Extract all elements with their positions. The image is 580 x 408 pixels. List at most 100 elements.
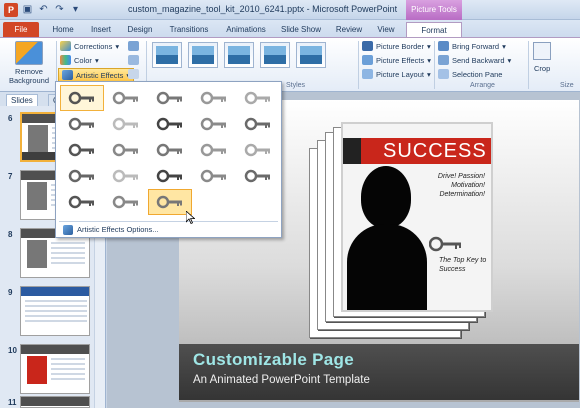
tab-format[interactable]: Format [406,22,462,37]
artistic-effects-options-icon [63,224,73,235]
save-icon[interactable]: ▣ [22,4,33,15]
artistic-effects-icon [62,70,73,80]
caption-bar: Customizable Page An Animated PowerPoint… [179,344,579,400]
artistic-effect-option[interactable] [148,137,192,163]
chevron-down-icon: ▾ [502,41,506,51]
ribbon-tabs: File Home Insert Design Transitions Anim… [0,20,580,37]
key-thumbnail-icon [68,91,94,105]
artistic-effect-option[interactable] [104,137,148,163]
picture-border-button[interactable]: Picture Border ▾ [362,41,431,51]
slide-number: 10 [8,346,17,355]
key-thumbnail-icon [156,117,182,131]
artistic-effect-option[interactable] [192,111,236,137]
remove-background-button[interactable]: Remove Background [4,41,54,85]
selection-pane-icon [438,69,449,79]
undo-icon[interactable]: ↶ [38,4,49,15]
artistic-effect-option[interactable] [192,137,236,163]
picture-style-thumb[interactable] [260,42,290,68]
artistic-effect-option[interactable] [60,85,104,111]
picture-style-thumb[interactable] [152,42,182,68]
powerpoint-app-icon[interactable]: P [4,3,18,17]
cover-title: SUCCESS [343,138,491,164]
slide-thumbnail[interactable] [20,344,90,394]
window-title: custom_magazine_tool_kit_2010_6241.pptx … [128,4,398,14]
key-thumbnail-icon [68,195,94,209]
tab-view[interactable]: View [374,22,398,37]
artistic-effect-option[interactable] [148,163,192,189]
color-icon [60,55,71,65]
picture-style-thumb[interactable] [188,42,218,68]
artistic-effect-option[interactable] [148,85,192,111]
picture-effects-icon [362,55,373,65]
tab-slide-show[interactable]: Slide Show [280,22,322,37]
corrections-button[interactable]: Corrections ▾ [60,41,119,51]
tab-insert[interactable]: Insert [86,22,116,37]
artistic-effect-option[interactable] [60,163,104,189]
artistic-effect-option[interactable] [104,85,148,111]
artistic-effect-option[interactable] [104,111,148,137]
send-backward-button[interactable]: Send Backward ▾ [438,55,511,65]
picture-effects-button[interactable]: Picture Effects ▾ [362,55,431,65]
artistic-effect-option[interactable] [236,137,280,163]
corrections-label: Corrections [74,41,113,51]
picture-border-label: Picture Border [376,41,424,51]
caption-subtitle: An Animated PowerPoint Template [193,374,370,386]
artistic-effect-option[interactable] [236,163,280,189]
customize-icon[interactable]: ▾ [70,4,81,15]
silhouette-head [361,166,411,228]
key-thumbnail-icon [112,143,138,157]
corrections-icon [60,41,71,51]
artistic-effect-option[interactable] [148,111,192,137]
color-button[interactable]: Color ▾ [60,55,99,65]
picture-layout-button[interactable]: Picture Layout ▾ [362,69,431,79]
artistic-effects-options-item[interactable]: Artistic Effects Options... [59,223,278,236]
key-thumbnail-icon [200,143,226,157]
selection-pane-button[interactable]: Selection Pane [438,69,502,79]
chevron-down-icon: ▾ [94,55,99,65]
tab-review[interactable]: Review [334,22,364,37]
change-picture-button[interactable] [128,55,139,65]
artistic-effect-option[interactable] [60,111,104,137]
tab-animations[interactable]: Animations [223,22,269,37]
artistic-effect-option[interactable] [104,189,148,215]
artistic-effect-option[interactable] [60,189,104,215]
artistic-effect-option[interactable] [104,163,148,189]
picture-style-thumb[interactable] [224,42,254,68]
key-thumbnail-icon [200,117,226,131]
artistic-effect-option[interactable] [236,85,280,111]
key-thumbnail-icon [68,143,94,157]
crop-label: Crop [534,64,551,73]
artistic-effect-option[interactable] [192,85,236,111]
picture-styles-gallery[interactable] [152,42,326,68]
artistic-effects-button[interactable]: Artistic Effects▾ [58,68,135,82]
cover-tagline: Drive! Passion! Motivation! Determinatio… [437,173,485,198]
remove-background-icon [15,41,43,65]
reset-picture-button[interactable] [128,69,139,79]
picture-style-thumb[interactable] [296,42,326,68]
chevron-down-icon: ▾ [426,69,431,79]
picture-layout-label: Picture Layout [376,69,424,79]
key-thumbnail-icon [244,169,270,183]
slide-thumbnail[interactable] [20,396,90,408]
tab-home[interactable]: Home [50,22,76,37]
magazine-cover-image[interactable]: SUCCESS Drive! Passion! Motivation! Dete… [341,122,493,312]
menu-divider [59,221,278,222]
slide-number: 11 [8,398,17,407]
artistic-effect-option[interactable] [236,111,280,137]
redo-icon[interactable]: ↷ [54,4,65,15]
slide-number: 9 [8,288,13,297]
key-thumbnail-icon [112,91,138,105]
crop-icon[interactable] [533,42,551,60]
tab-design[interactable]: Design [125,22,155,37]
slide-thumbnail[interactable] [20,286,90,336]
tab-file[interactable]: File [3,22,39,37]
silhouette-body [347,224,427,310]
artistic-effect-option[interactable] [192,163,236,189]
compress-pictures-button[interactable] [128,41,139,51]
crop-button[interactable]: Crop [534,64,550,73]
key-icon [429,236,461,252]
bring-forward-button[interactable]: Bring Forward ▾ [438,41,506,51]
tab-transitions[interactable]: Transitions [166,22,212,37]
artistic-effect-option[interactable] [60,137,104,163]
tab-slides[interactable]: Slides [6,94,38,106]
